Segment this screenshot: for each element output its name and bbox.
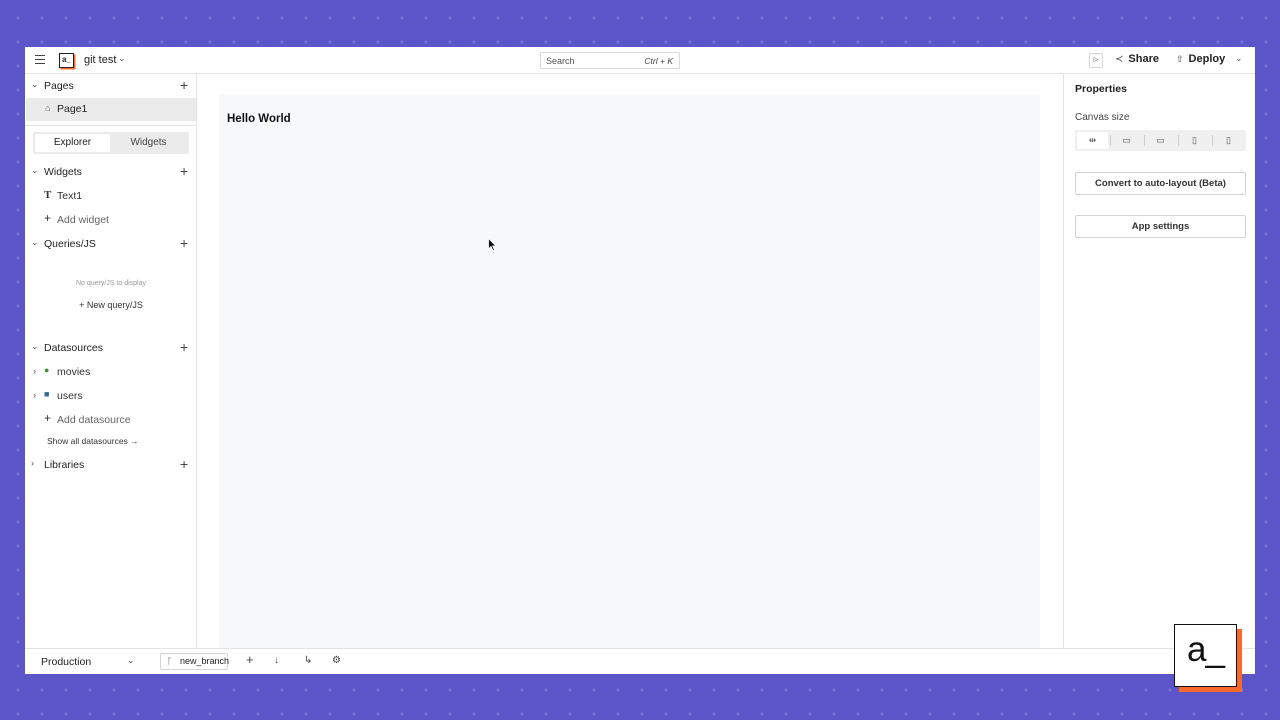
add-widget-label: Add widget — [57, 214, 109, 226]
branch-button[interactable]: ᚴ new_branch — [160, 653, 230, 670]
git-pull-icon[interactable]: ↓ — [274, 655, 279, 666]
pages-section-header[interactable]: ⌄ Pages + — [25, 76, 197, 96]
mongodb-icon: ● — [44, 365, 50, 375]
add-datasource-label: Add datasource — [57, 414, 131, 426]
show-all-datasources-link[interactable]: Show all datasources → — [47, 436, 139, 446]
convert-auto-layout-button[interactable]: Convert to auto-layout (Beta) — [1075, 172, 1246, 195]
search-shortcut: Ctrl + K — [644, 56, 673, 66]
properties-pane: Properties Canvas size ⇹ ▭ ▭ ▯ ▯ Convert… — [1063, 74, 1255, 648]
search-input[interactable]: Search Ctrl + K — [540, 52, 680, 69]
app-name[interactable]: git test — [84, 54, 116, 66]
git-commit-plus-icon[interactable]: + — [246, 652, 254, 667]
add-query-icon[interactable]: + — [180, 235, 188, 251]
mobile-icon[interactable]: ▯ — [1213, 132, 1244, 149]
show-all-label: Show all datasources — [47, 436, 128, 446]
plus-icon: + — [79, 300, 87, 310]
chevron-down-icon[interactable]: ⌄ — [31, 79, 39, 90]
app-canvas[interactable]: Hello World — [219, 95, 1040, 648]
appsmith-watermark-logo: a_ — [1174, 624, 1242, 692]
share-icon: ≺ — [1115, 54, 1124, 65]
add-page-icon[interactable]: + — [180, 77, 188, 93]
add-widget-icon[interactable]: + — [180, 163, 188, 179]
datasources-title: Datasources — [44, 342, 103, 354]
fluid-width-icon[interactable]: ⇹ — [1077, 132, 1108, 149]
branch-label: new_branch — [180, 656, 230, 666]
git-branch-icon: ᚴ — [167, 656, 173, 666]
datasources-section-header[interactable]: ⌄ Datasources + — [25, 338, 197, 358]
tab-explorer[interactable]: Explorer — [35, 134, 110, 152]
share-label: Share — [1128, 53, 1159, 65]
deploy-button[interactable]: ⇧ Deploy — [1176, 53, 1225, 65]
canvas-size-selector: ⇹ ▭ ▭ ▯ ▯ — [1075, 130, 1246, 151]
chevron-down-icon[interactable]: ⌄ — [31, 237, 39, 248]
deploy-menu-chevron-icon[interactable]: ⌄ — [1235, 53, 1243, 64]
text-widget-icon: T — [44, 189, 52, 201]
page-item-page1[interactable]: ⌂ Page1 — [26, 98, 196, 121]
git-merge-icon[interactable]: ↳ — [304, 655, 312, 666]
tab-widgets[interactable]: Widgets — [111, 134, 186, 152]
explorer-sidebar: ⌄ Pages + ⌂ Page1 Explorer Widgets ⌄ Wid… — [25, 74, 197, 648]
widget-item-text1[interactable]: T Text1 — [25, 187, 197, 205]
tablet-landscape-icon[interactable]: ▭ — [1145, 132, 1176, 149]
explorer-widgets-toggle: Explorer Widgets — [33, 132, 189, 154]
git-settings-gear-icon[interactable]: ⚙ — [332, 655, 341, 666]
widgets-title: Widgets — [44, 166, 82, 178]
canvas-area: Hello World — [198, 74, 1062, 648]
add-widget-button[interactable]: + Add widget — [25, 211, 197, 229]
text-widget-text1[interactable]: Hello World — [227, 113, 291, 125]
deploy-label: Deploy — [1188, 53, 1226, 65]
libraries-section-header[interactable]: › Libraries + — [25, 455, 197, 475]
add-datasource-icon[interactable]: + — [180, 339, 188, 355]
top-header: a_ git test ⌄ Search Ctrl + K ▷ ≺ Share ⇧… — [25, 47, 1255, 74]
mouse-cursor-icon — [488, 238, 497, 251]
datasource-label: movies — [57, 366, 91, 378]
widgets-section-header[interactable]: ⌄ Widgets + — [25, 162, 197, 182]
plus-icon: + — [44, 211, 52, 225]
chevron-right-icon[interactable]: › — [31, 458, 34, 468]
divider — [25, 125, 197, 126]
chevron-down-icon[interactable]: ⌄ — [31, 165, 39, 176]
new-query-label: New query/JS — [86, 300, 143, 310]
plus-icon: + — [44, 411, 52, 425]
chevron-down-icon[interactable]: ⌄ — [118, 53, 126, 64]
share-button[interactable]: ≺ Share — [1115, 53, 1159, 65]
page-label: Page1 — [57, 103, 88, 115]
postgres-icon: ■ — [44, 389, 50, 399]
search-placeholder: Search — [546, 56, 575, 66]
datasource-item-movies[interactable]: › ● movies — [25, 363, 197, 381]
add-datasource-button[interactable]: + Add datasource — [25, 411, 197, 429]
menu-icon[interactable] — [35, 55, 45, 65]
widget-label: Text1 — [57, 190, 83, 202]
new-query-button[interactable]: + New query/JS — [25, 300, 197, 310]
bottom-bar: Production ⌄ ᚴ new_branch + ↓ ↳ ⚙ p — [25, 648, 1255, 674]
rocket-icon: ⇧ — [1176, 54, 1184, 64]
play-icon: ▷ — [1093, 57, 1099, 63]
preview-button[interactable]: ▷ — [1089, 53, 1103, 68]
environment-select[interactable]: Production — [41, 656, 91, 668]
datasource-item-users[interactable]: › ■ users — [25, 387, 197, 405]
datasource-label: users — [57, 390, 83, 402]
chevron-down-icon[interactable]: ⌄ — [127, 655, 135, 666]
libraries-title: Libraries — [44, 459, 85, 471]
pages-title: Pages — [44, 80, 74, 92]
app-settings-button[interactable]: App settings — [1075, 215, 1246, 238]
chevron-right-icon[interactable]: › — [33, 366, 36, 376]
queries-title: Queries/JS — [44, 238, 96, 250]
app-window: a_ git test ⌄ Search Ctrl + K ▷ ≺ Share ⇧… — [25, 47, 1255, 674]
desktop-icon[interactable]: ▭ — [1111, 132, 1142, 149]
appsmith-logo[interactable]: a_ — [59, 53, 74, 68]
queries-section-header[interactable]: ⌄ Queries/JS + — [25, 234, 197, 254]
chevron-right-icon[interactable]: › — [33, 390, 36, 400]
add-library-icon[interactable]: + — [180, 456, 188, 472]
canvas-size-label: Canvas size — [1075, 112, 1130, 123]
properties-title: Properties — [1075, 83, 1127, 95]
empty-queries-note: No query/JS to display — [75, 280, 147, 287]
home-icon: ⌂ — [45, 103, 51, 113]
logo-face: a_ — [1174, 624, 1237, 687]
arrow-right-icon: → — [130, 436, 139, 446]
chevron-down-icon[interactable]: ⌄ — [31, 341, 39, 352]
tablet-portrait-icon[interactable]: ▯ — [1179, 132, 1210, 149]
